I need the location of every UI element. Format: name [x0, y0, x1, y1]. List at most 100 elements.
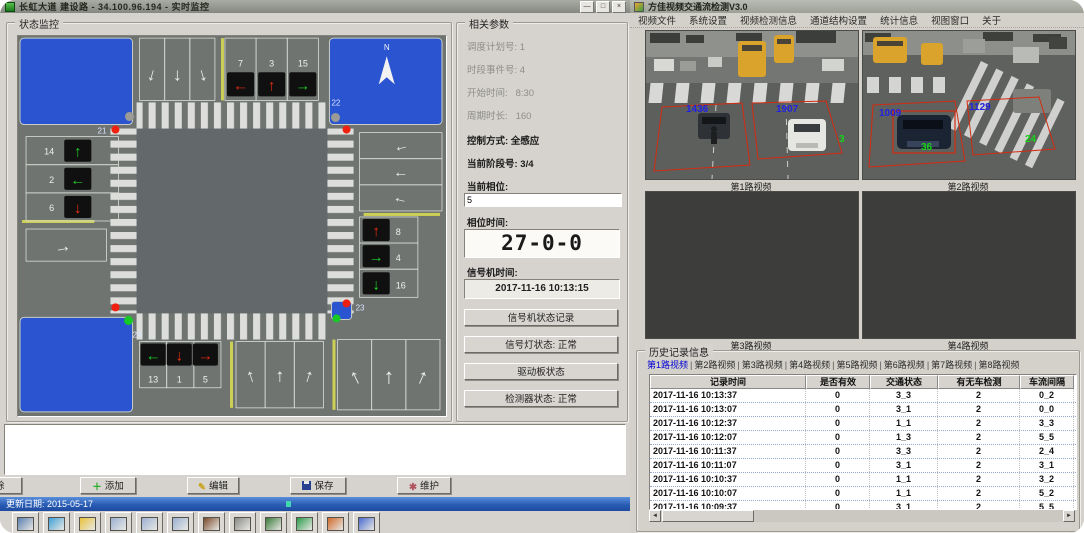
minimize-button[interactable]: —: [580, 1, 594, 13]
horizontal-scrollbar[interactable]: ◄ ►: [649, 510, 1075, 522]
tab-channel-1[interactable]: 第1路视频: [647, 360, 688, 370]
right-window-titlebar[interactable]: 方佳视频交通流检测V3.0: [630, 0, 1084, 13]
action-button-添加[interactable]: ＋添加: [80, 477, 136, 494]
toolbar-chart-icon[interactable]: [353, 512, 380, 533]
toolbar-globe-icon[interactable]: [291, 512, 318, 533]
table-cell: 2017-11-16 10:13:37: [650, 389, 806, 402]
toolbar-computer-icon[interactable]: [12, 512, 39, 533]
monitor2-icon: [141, 517, 158, 531]
vehicle-count-label: 36: [921, 143, 932, 153]
toolbar-monitor3-icon[interactable]: [167, 512, 194, 533]
toolbar-monitor2-icon[interactable]: [136, 512, 163, 533]
signal-monitor-window: 长虹大道 建设路 - 34.100.96.194 - 实时监控 — □ × 状态…: [0, 0, 632, 533]
signal-west-left-green-icon: ←: [70, 172, 85, 189]
menu-item-系统设置[interactable]: 系统设置: [689, 13, 727, 27]
car-white: [788, 119, 826, 151]
params-group: 相关参数 调度计划号: 1 时段事件号: 4 开始时间: 8:30 周期时长: …: [456, 22, 628, 422]
menu-item-关于[interactable]: 关于: [982, 13, 1001, 27]
table-cell: 2017-11-16 10:09:37: [650, 501, 806, 510]
table-row[interactable]: 2017-11-16 10:13:3703_320_2: [650, 389, 1076, 403]
crosswalk-north: [137, 102, 328, 128]
scroll-right-button[interactable]: ►: [1063, 510, 1075, 522]
signal-east-up-red-icon: ↑: [372, 223, 380, 240]
signal-north-right-green-icon: →: [295, 77, 310, 94]
corner-label-23: 23: [356, 303, 365, 312]
current-phase-input[interactable]: [464, 193, 622, 207]
detector-status-button[interactable]: 检测器状态: 正常: [464, 390, 618, 407]
vehicle-count-label: 24: [1025, 135, 1036, 145]
table-cell: 3_1: [870, 459, 938, 472]
table-row[interactable]: 2017-11-16 10:10:3701_123_2: [650, 473, 1076, 487]
tab-channel-5[interactable]: 第5路视频: [836, 360, 877, 370]
toolbar-car-icon[interactable]: [260, 512, 287, 533]
toolbar-road-icon[interactable]: [229, 512, 256, 533]
column-header[interactable]: 车流间隔: [1020, 375, 1074, 389]
table-row[interactable]: 2017-11-16 10:10:0701_125_2: [650, 487, 1076, 501]
vehicle-id-label: 1907: [776, 105, 798, 115]
action-button-删除[interactable]: 删除: [0, 477, 22, 494]
menu-bar: 视频文件系统设置视频检测信息通道结构设置统计信息视图窗口关于: [630, 13, 1084, 28]
vehicle-count-label: 3: [839, 135, 845, 145]
column-header[interactable]: 记录时间: [650, 375, 806, 389]
tab-channel-2[interactable]: 第2路视频: [694, 360, 735, 370]
tab-channel-6[interactable]: 第6路视频: [884, 360, 925, 370]
maximize-button[interactable]: □: [596, 1, 610, 13]
table-cell: 0_0: [1020, 403, 1074, 416]
column-header[interactable]: 有无车检测: [938, 375, 1020, 389]
computer-icon: [17, 517, 34, 531]
menu-item-视图窗口[interactable]: 视图窗口: [931, 13, 969, 27]
phase-number: 13: [148, 375, 158, 385]
control-mode: 控制方式: 全感应: [467, 133, 539, 147]
phase-number: 16: [396, 280, 406, 290]
left-window-titlebar[interactable]: 长虹大道 建设路 - 34.100.96.194 - 实时监控 — □ ×: [0, 0, 630, 13]
tab-channel-3[interactable]: 第3路视频: [742, 360, 783, 370]
light-status-button[interactable]: 信号灯状态: 正常: [464, 336, 618, 353]
signal-north-left-red-icon: ←: [233, 77, 248, 94]
phase-number: 6: [49, 203, 54, 213]
menu-item-统计信息[interactable]: 统计信息: [880, 13, 918, 27]
signal-time-display: 2017-11-16 10:13:15: [464, 279, 620, 299]
table-cell: 0: [806, 417, 870, 430]
table-cell: 1_1: [870, 417, 938, 430]
action-button-编辑[interactable]: ✎编辑: [187, 477, 239, 494]
tab-separator: |: [785, 360, 787, 370]
table-row[interactable]: 2017-11-16 10:12:3701_123_3: [650, 417, 1076, 431]
table-cell: 2_4: [1020, 445, 1074, 458]
toolbar-map-icon[interactable]: [74, 512, 101, 533]
phase-number: 1: [177, 375, 182, 385]
action-button-维护[interactable]: ✱维护: [397, 477, 451, 494]
corner-label-21: 21: [97, 127, 106, 136]
driver-board-status-button[interactable]: 驱动板状态: [464, 363, 618, 380]
table-row[interactable]: 2017-11-16 10:11:3703_322_4: [650, 445, 1076, 459]
stopline-south: [230, 342, 233, 408]
toolbar-sync-icon[interactable]: [322, 512, 349, 533]
menu-item-视频文件[interactable]: 视频文件: [638, 13, 676, 27]
scroll-left-button[interactable]: ◄: [649, 510, 661, 522]
table-cell: 2017-11-16 10:10:37: [650, 473, 806, 486]
column-header[interactable]: 是否有效: [806, 375, 870, 389]
menu-item-通道结构设置[interactable]: 通道结构设置: [810, 13, 867, 27]
table-row[interactable]: 2017-11-16 10:13:0703_120_0: [650, 403, 1076, 417]
action-button-保存[interactable]: 保存: [290, 477, 346, 494]
tab-channel-4[interactable]: 第4路视频: [789, 360, 830, 370]
column-header[interactable]: 交通状态: [870, 375, 938, 389]
intersection-center-box: [137, 129, 328, 314]
table-row[interactable]: 2017-11-16 10:11:0703_123_1: [650, 459, 1076, 473]
vehicle-id-label: 1129: [969, 103, 991, 113]
tab-channel-7[interactable]: 第7路视频: [931, 360, 972, 370]
scrollbar-thumb[interactable]: [662, 510, 754, 522]
close-button[interactable]: ×: [612, 1, 626, 13]
toolbar-network-icon[interactable]: [43, 512, 70, 533]
signal-status-record-button[interactable]: 信号机状态记录: [464, 309, 618, 326]
toolbar-user-icon[interactable]: [198, 512, 225, 533]
globe-icon: [296, 517, 313, 531]
signal-west-up-green-icon: ↑: [74, 144, 82, 161]
toolbar-monitor1-icon[interactable]: [105, 512, 132, 533]
table-cell: 2: [938, 473, 1020, 486]
table-row[interactable]: 2017-11-16 10:12:0701_325_5: [650, 431, 1076, 445]
menu-item-视频检测信息[interactable]: 视频检测信息: [740, 13, 797, 27]
table-row[interactable]: 2017-11-16 10:09:3703_125_5: [650, 501, 1076, 510]
table-cell: 3_3: [870, 389, 938, 402]
tab-channel-8[interactable]: 第8路视频: [979, 360, 1020, 370]
table-cell: 2: [938, 403, 1020, 416]
